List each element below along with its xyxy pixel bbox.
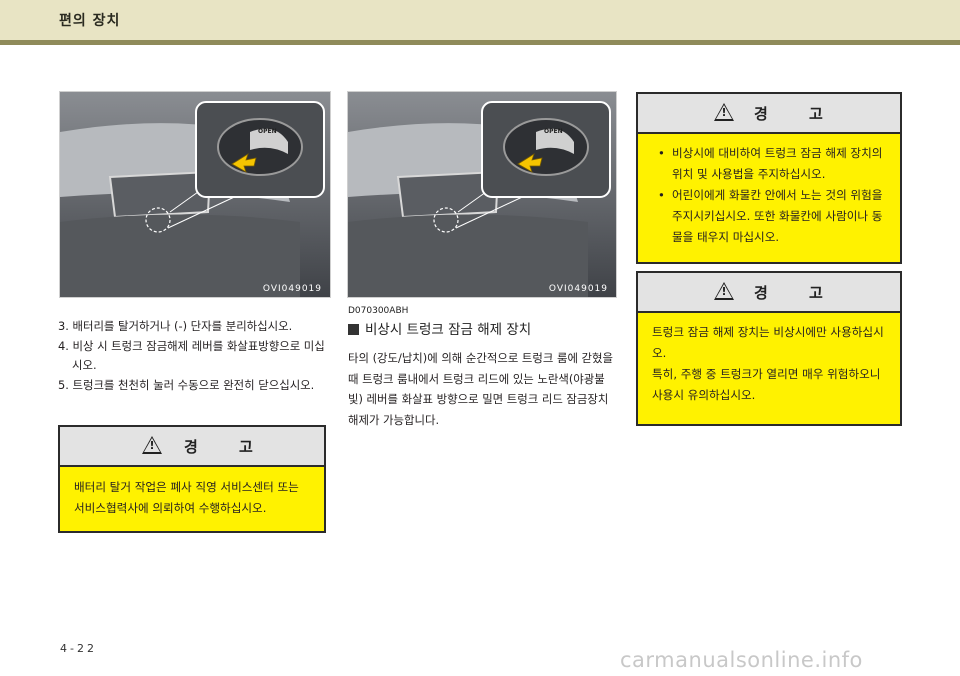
car-rear-illustration-2 bbox=[348, 92, 616, 297]
page-number: 4-22 bbox=[60, 642, 97, 655]
warning-header: ! 경 고 bbox=[60, 427, 324, 467]
photo-code-1: OVI049019 bbox=[262, 284, 322, 294]
step-item: 5. 트렁크를 천천히 눌러 수동으로 완전히 닫으십시오. bbox=[58, 377, 315, 392]
warning-title: 경 고 bbox=[754, 105, 841, 123]
bullet-dot-icon: • bbox=[658, 188, 665, 202]
warning-title: 경 고 bbox=[184, 438, 271, 456]
section-code: D070300ABH bbox=[348, 306, 409, 316]
photo-code-2: OVI049019 bbox=[548, 284, 608, 294]
exclamation-icon: ! bbox=[721, 285, 727, 298]
trunk-photo-1: OPEN OVI049019 bbox=[59, 91, 331, 298]
section-heading: 비상시 트렁크 잠금 해제 장치 bbox=[348, 318, 531, 338]
warning-header: ! 경 고 bbox=[638, 273, 900, 313]
car-rear-illustration bbox=[60, 92, 330, 297]
bullet-dot-icon: • bbox=[658, 146, 665, 160]
warning-lines: 트렁크 잠금 해제 장치는 비상시에만 사용하십시오. 특히, 주행 중 트렁크… bbox=[638, 313, 900, 416]
warning-title: 경 고 bbox=[754, 284, 841, 302]
section-body: 타의 (강도/납치)에 의해 순간적으로 트렁크 룸에 갇혔을 때 트렁크 룸내… bbox=[348, 351, 613, 427]
watermark: carmanualsonline.info bbox=[620, 648, 863, 672]
step-list: 3. 배터리를 탈거하거나 (-) 단자를 분리하십시오. 4. 비상 시 트렁… bbox=[58, 317, 330, 395]
open-label-1: OPEN bbox=[258, 128, 277, 135]
section-title: 비상시 트렁크 잠금 해제 장치 bbox=[365, 322, 532, 338]
exclamation-icon: ! bbox=[149, 439, 155, 452]
page-header-title: 편의 장치 bbox=[59, 13, 121, 29]
bullet-text: 비상시에 대비하여 트렁크 잠금 해제 장치의 위치 및 사용법을 주지하십시오… bbox=[672, 146, 883, 181]
open-label-2: OPEN bbox=[544, 128, 563, 135]
warning-box-usage: ! 경 고 트렁크 잠금 해제 장치는 비상시에만 사용하십시오. 특히, 주행… bbox=[636, 271, 902, 426]
step-item: 4. 비상 시 트렁크 잠금해제 레버를 화살표방향으로 미십시오. bbox=[58, 338, 325, 373]
warning-box-emergency: ! 경 고 • 비상시에 대비하여 트렁크 잠금 해제 장치의 위치 및 사용법을… bbox=[636, 92, 902, 264]
warning-text: 배터리 탈거 작업은 폐사 직영 서비스센터 또는 서비스협력사에 의뢰하여 수… bbox=[74, 480, 299, 515]
warning-bullets: • 비상시에 대비하여 트렁크 잠금 해제 장치의 위치 및 사용법을 주지하십시… bbox=[638, 134, 900, 258]
square-bullet-icon bbox=[348, 324, 359, 335]
bullet-item: • 어린이에게 화물칸 안에서 노는 것의 위험을 주지시키십시오. 또한 화물칸… bbox=[652, 185, 886, 248]
warning-header: ! 경 고 bbox=[638, 94, 900, 134]
bullet-item: • 비상시에 대비하여 트렁크 잠금 해제 장치의 위치 및 사용법을 주지하십시… bbox=[652, 143, 886, 185]
page-header: 편의 장치 bbox=[0, 0, 960, 40]
exclamation-icon: ! bbox=[721, 106, 727, 119]
bullet-text: 어린이에게 화물칸 안에서 노는 것의 위험을 주지시키십시오. 또한 화물칸에… bbox=[672, 188, 883, 244]
trunk-photo-2: OPEN OVI049019 bbox=[347, 91, 617, 298]
warning-line: 특히, 주행 중 트렁크가 열리면 매우 위험하오니 사용시 유의하십시오. bbox=[652, 367, 881, 402]
header-rule bbox=[0, 40, 960, 45]
step-item: 3. 배터리를 탈거하거나 (-) 단자를 분리하십시오. bbox=[58, 319, 293, 333]
warning-line: 트렁크 잠금 해제 장치는 비상시에만 사용하십시오. bbox=[652, 325, 884, 360]
warning-box-battery: ! 경 고 배터리 탈거 작업은 폐사 직영 서비스센터 또는 서비스협력사에 … bbox=[58, 425, 326, 533]
